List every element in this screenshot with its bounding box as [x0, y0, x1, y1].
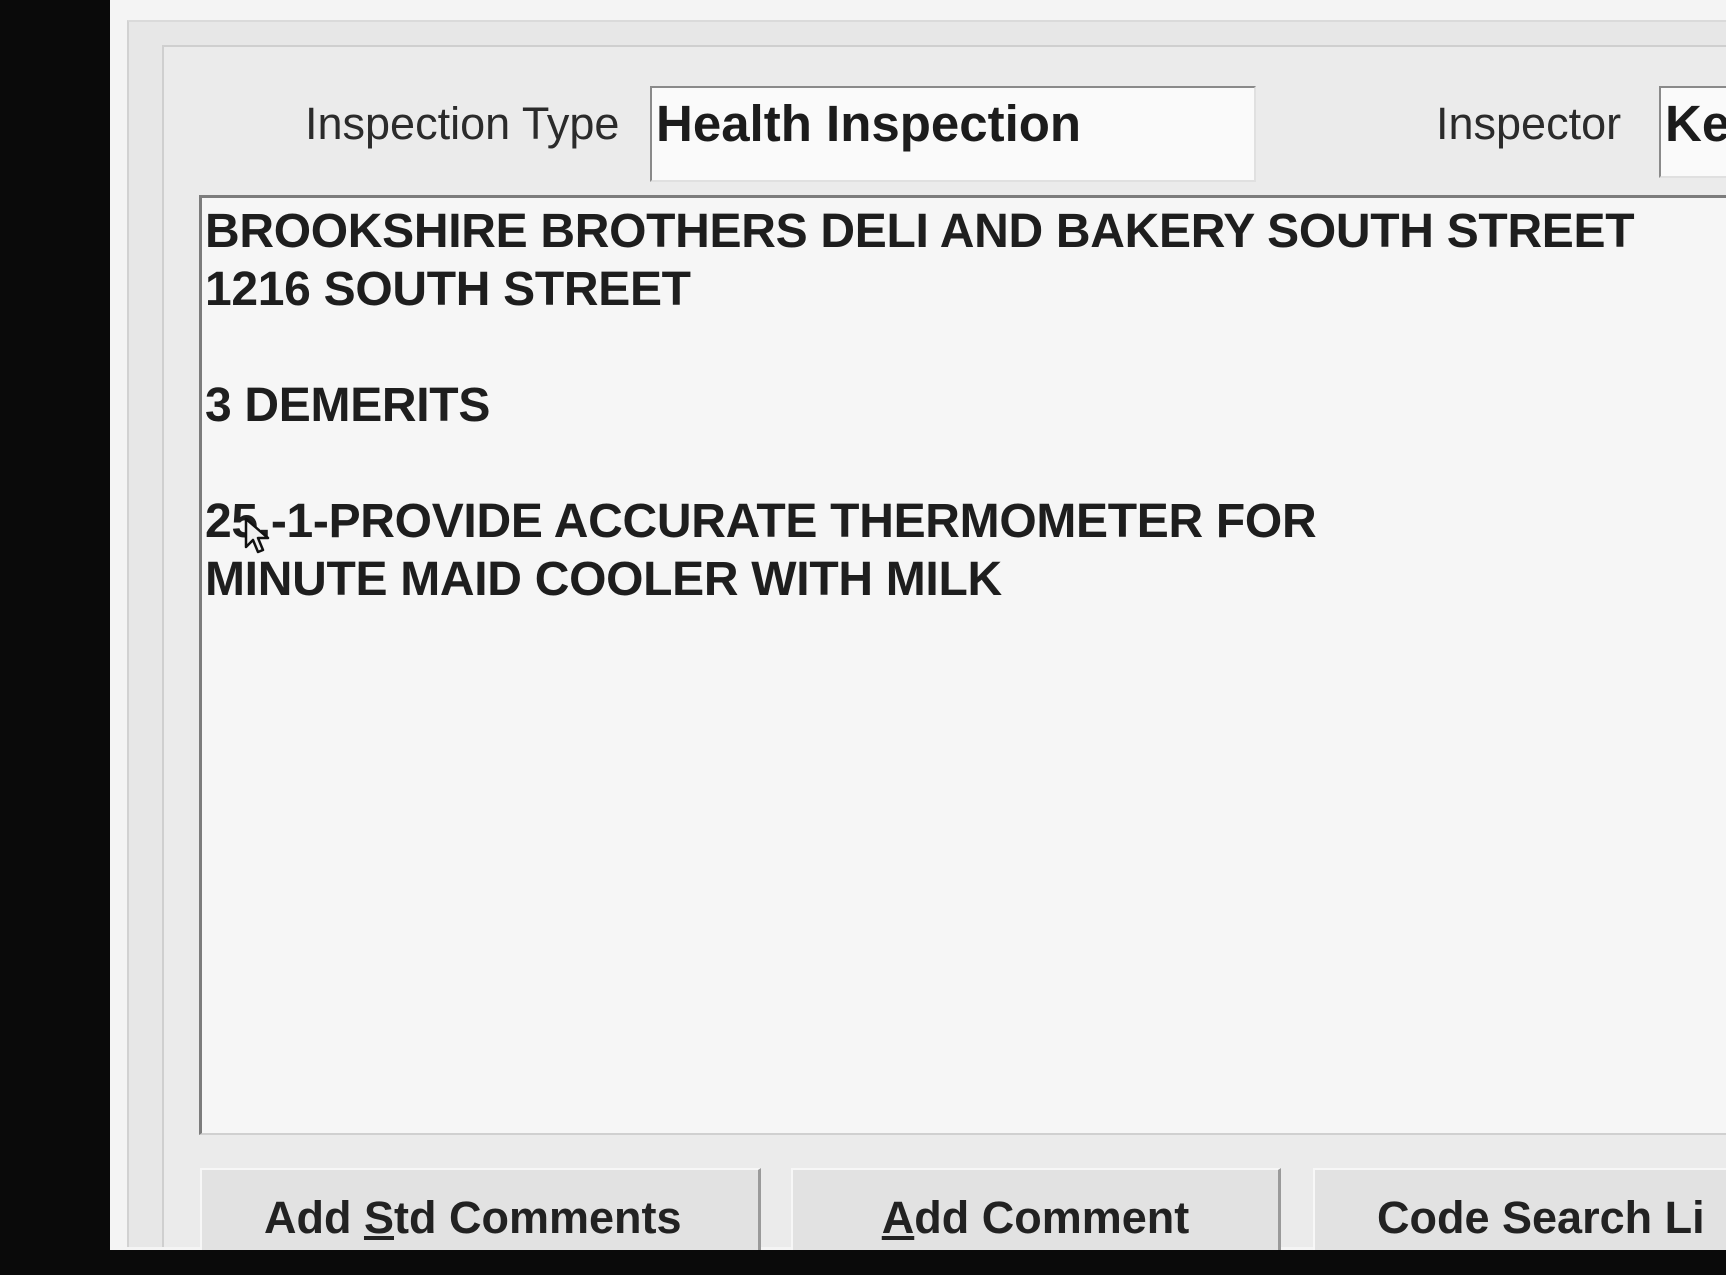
inspector-value: Ke — [1665, 95, 1726, 152]
inspection-type-value: Health Inspection — [656, 95, 1082, 152]
inspection-type-field[interactable]: Health Inspection — [650, 86, 1256, 182]
add-std-comments-label: Add Std Comments — [264, 1192, 682, 1243]
inspector-label: Inspector — [1436, 98, 1622, 149]
code-search-button[interactable]: Code Search Li — [1313, 1168, 1726, 1250]
comment-line: 1216 SOUTH STREET — [205, 263, 691, 316]
add-comment-button[interactable]: Add Comment — [791, 1168, 1281, 1250]
screenshot-stage: Inspection Type Health Inspection Inspec… — [0, 0, 1726, 1275]
add-std-comments-button[interactable]: Add Std Comments — [200, 1168, 761, 1250]
comment-line: MINUTE MAID COOLER WITH MILK — [205, 553, 1002, 606]
inspector-field[interactable]: Ke — [1659, 86, 1726, 178]
comment-line: BROOKSHIRE BROTHERS DELI AND BAKERY SOUT… — [205, 205, 1635, 258]
add-comment-label: Add Comment — [881, 1192, 1190, 1243]
mouse-pointer-icon — [244, 517, 270, 554]
comment-line: 25.-1-PROVIDE ACCURATE THERMOMETER FOR — [205, 495, 1317, 548]
scan-margin-left — [0, 0, 110, 1275]
scan-margin-bottom — [110, 1250, 1726, 1275]
comments-textarea[interactable]: BROOKSHIRE BROTHERS DELI AND BAKERY SOUT… — [199, 195, 1726, 1135]
code-search-label: Code Search Li — [1377, 1192, 1705, 1243]
inspection-type-label: Inspection Type — [305, 98, 620, 149]
comment-line: 3 DEMERITS — [205, 379, 491, 432]
